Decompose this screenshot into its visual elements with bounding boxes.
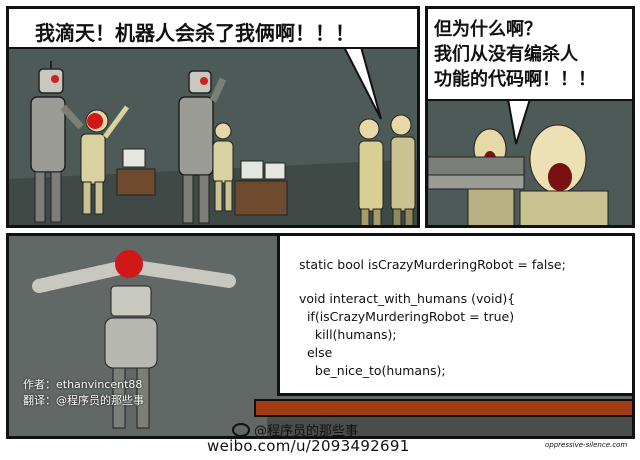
robot-arm-closeup [428,156,525,190]
code-line: else [299,345,333,360]
weibo-icon [232,422,250,437]
comic-panel-3: static bool isCrazyMurderingRobot = fals… [6,233,635,439]
board-tray [254,399,632,417]
desk-1 [116,148,156,196]
speech-bubble-2: 但为什么啊？ 我们从没有编杀人 功能的代码啊！！！ [428,9,632,101]
programmer-2 [390,114,416,225]
speech-tail-1 [342,46,382,120]
speech-tail-2 [506,98,532,145]
blood-splash [115,250,143,278]
desk-2 [234,160,288,216]
speech-line-1: 但为什么啊？ [434,19,542,40]
programmer-4-closeup [519,124,609,225]
artist-signature: oppressive-silence.com [545,441,628,449]
speech-bubble-1: 我滴天！机器人会杀了我俩啊！！！ [9,9,417,49]
speech-text-1: 我滴天！机器人会杀了我俩啊！！！ [35,21,355,45]
code-line: kill(humans); [299,327,397,342]
code-line: void interact_with_humans (void){ [299,291,516,306]
code-line: be_nice_to(humans); [299,363,446,378]
speech-line-3: 功能的代码啊！！！ [434,69,596,90]
weibo-url: weibo.com/u/2093492691 [207,437,410,455]
code-board: static bool isCrazyMurderingRobot = fals… [277,236,632,396]
comic-panel-1: 我滴天！机器人会杀了我俩啊！！！ [6,6,420,228]
comic-panel-2: 但为什么啊？ 我们从没有编杀人 功能的代码啊！！！ [425,6,635,228]
author-credit: 作者：ethanvincent88 [23,378,143,391]
speech-line-2: 我们从没有编杀人 [434,44,578,65]
code-line: if(isCrazyMurderingRobot = true) [299,309,515,324]
translator-credit: 翻译：@程序员的那些事 [23,394,144,407]
code-line: static bool isCrazyMurderingRobot = fals… [299,257,566,272]
